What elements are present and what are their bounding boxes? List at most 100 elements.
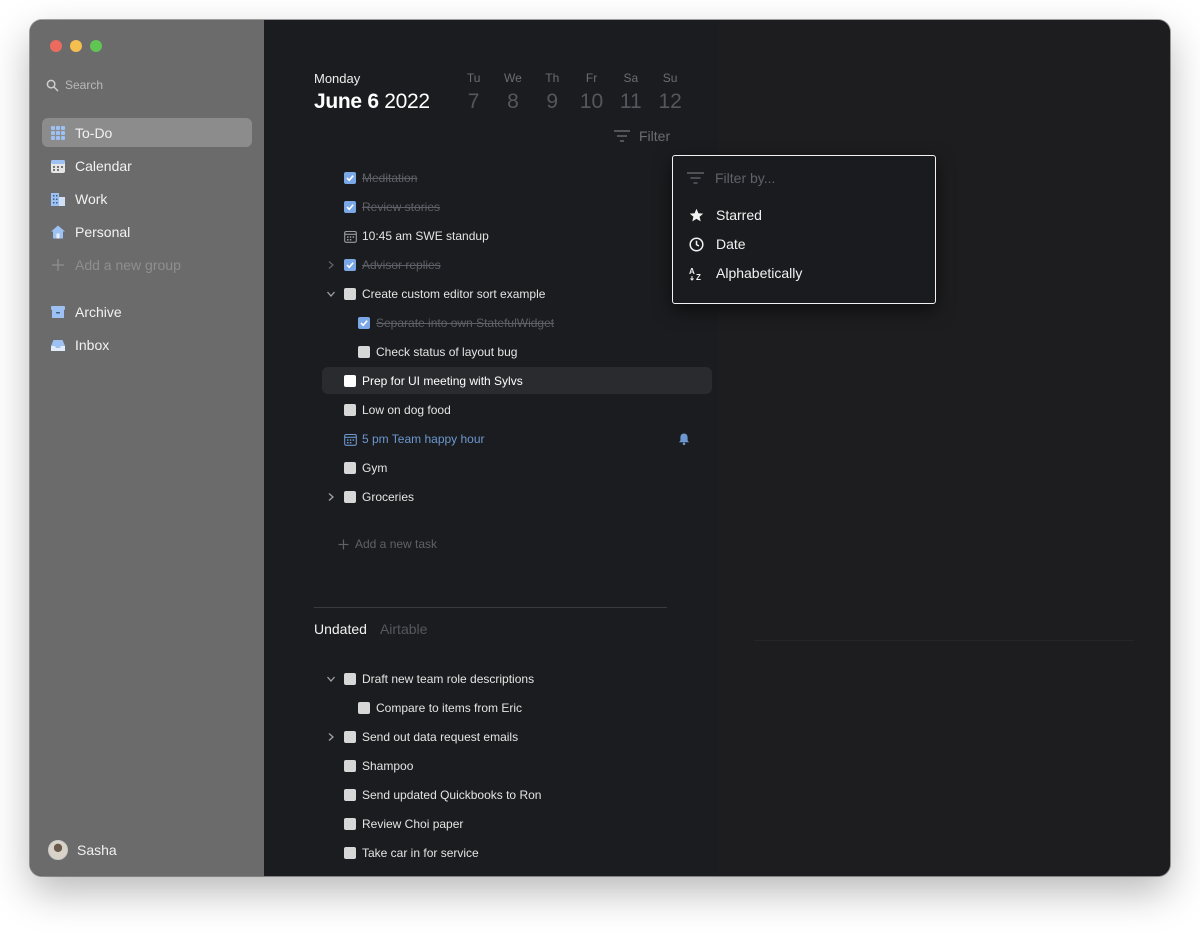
task-row[interactable]: Gym <box>344 455 387 481</box>
week-day[interactable]: We 8 <box>493 71 532 114</box>
task-checkbox[interactable] <box>358 317 370 329</box>
az-sort-icon: AZ <box>689 267 701 281</box>
chevron-down-icon[interactable] <box>326 289 336 299</box>
task-checkbox[interactable] <box>344 288 356 300</box>
sidebar-item-work[interactable]: Work <box>42 184 252 213</box>
task-row[interactable]: Shampoo <box>344 753 413 779</box>
week-day[interactable]: Su 12 <box>650 71 689 114</box>
search-input[interactable]: Search <box>46 74 246 96</box>
filter-option-label: Alphabetically <box>716 265 803 281</box>
clock-icon <box>689 236 704 252</box>
avatar <box>48 840 68 860</box>
sidebar-item-archive[interactable]: Archive <box>42 297 252 326</box>
task-label: Groceries <box>362 490 415 504</box>
week-day[interactable]: Sa 11 <box>611 71 650 114</box>
task-checkbox[interactable] <box>358 702 370 714</box>
week-day-label: Su <box>662 71 678 85</box>
task-row[interactable]: Send updated Quickbooks to Ron <box>344 782 541 808</box>
svg-text:A: A <box>689 267 695 276</box>
task-label: Send out data request emails <box>362 730 519 744</box>
task-row[interactable]: Draft new team role descriptions <box>327 666 534 692</box>
user-profile[interactable]: Sasha <box>48 840 117 860</box>
week-day-number: 7 <box>467 90 480 113</box>
add-task-button[interactable]: Add a new task <box>338 537 437 551</box>
filter-icon <box>687 172 704 184</box>
sidebar-item-calendar[interactable]: Calendar <box>42 151 252 180</box>
task-row[interactable]: Advisor replies <box>328 252 441 278</box>
task-checkbox[interactable] <box>358 346 370 358</box>
task-label: Low on dog food <box>362 403 451 417</box>
task-row[interactable]: Groceries <box>328 484 415 510</box>
zoom-window-button[interactable] <box>90 40 102 52</box>
filter-option-date[interactable]: Date <box>689 236 746 252</box>
task-label: Check status of layout bug <box>376 345 518 359</box>
task-checkbox[interactable] <box>344 760 356 772</box>
sidebar-item-label: Inbox <box>75 336 110 353</box>
task-checkbox[interactable] <box>344 201 356 213</box>
task-row[interactable]: 5 pm Team happy hour <box>344 426 485 452</box>
close-window-button[interactable] <box>50 40 62 52</box>
filter-option-alphabetically[interactable]: AZ Alphabetically <box>689 265 802 281</box>
week-day[interactable]: Tu 7 <box>454 71 493 114</box>
sidebar-item-inbox[interactable]: Inbox <box>42 330 252 359</box>
bell-icon[interactable] <box>677 432 691 446</box>
task-row-selected[interactable]: Prep for UI meeting with Sylvs <box>322 367 712 394</box>
minimize-window-button[interactable] <box>70 40 82 52</box>
building-icon <box>49 190 66 207</box>
task-checkbox[interactable] <box>344 673 356 685</box>
window-controls <box>50 40 102 52</box>
task-row[interactable]: Low on dog food <box>344 397 451 423</box>
archive-icon <box>49 303 66 320</box>
detail-panel <box>718 20 1170 876</box>
task-checkbox[interactable] <box>344 818 356 830</box>
chevron-down-icon[interactable] <box>326 674 336 684</box>
week-day[interactable]: Fr 10 <box>572 71 611 114</box>
week-day[interactable]: Th 9 <box>533 71 572 114</box>
task-checkbox[interactable] <box>344 404 356 416</box>
task-label: 5 pm Team happy hour <box>362 432 485 446</box>
task-checkbox[interactable] <box>344 172 356 184</box>
week-day-label: Fr <box>585 71 598 85</box>
plus-icon <box>49 256 66 273</box>
task-row[interactable]: Create custom editor sort example <box>327 281 545 307</box>
sidebar-item-todo[interactable]: To-Do <box>42 118 252 147</box>
sidebar-item-personal[interactable]: Personal <box>42 217 252 246</box>
chevron-right-icon[interactable] <box>326 492 336 502</box>
add-group-button[interactable]: Add a new group <box>42 250 252 279</box>
week-day-number: 10 <box>579 90 604 113</box>
sidebar-item-label: Calendar <box>75 157 132 174</box>
chevron-right-icon[interactable] <box>326 732 336 742</box>
plus-icon <box>338 539 349 549</box>
task-checkbox[interactable] <box>344 731 356 743</box>
task-row[interactable]: Review stories <box>344 194 440 220</box>
filter-menu-search[interactable]: Filter by... <box>687 170 775 186</box>
section-divider <box>314 607 667 608</box>
tab-airtable[interactable]: Airtable <box>380 621 427 637</box>
subtask-row[interactable]: Check status of layout bug <box>358 339 517 365</box>
detail-divider <box>754 640 1134 641</box>
filter-option-starred[interactable]: Starred <box>689 207 762 223</box>
task-row[interactable]: Review Choi paper <box>344 811 463 837</box>
subtask-row[interactable]: Separate into own StatefulWidget <box>358 310 554 336</box>
task-checkbox[interactable] <box>344 847 356 859</box>
task-label: Review Choi paper <box>362 817 464 831</box>
task-checkbox[interactable] <box>344 789 356 801</box>
filter-button[interactable]: Filter <box>614 128 670 144</box>
chevron-right-icon[interactable] <box>326 260 336 270</box>
tab-undated[interactable]: Undated <box>314 621 367 637</box>
week-day-number: 12 <box>658 90 682 113</box>
task-checkbox[interactable] <box>344 462 356 474</box>
task-row[interactable]: 10:45 am SWE standup <box>344 223 489 249</box>
task-checkbox[interactable] <box>344 259 356 271</box>
task-row[interactable]: Meditation <box>344 165 417 191</box>
search-icon <box>46 79 59 91</box>
star-icon <box>689 208 704 221</box>
task-checkbox[interactable] <box>344 491 356 503</box>
filter-icon <box>614 130 630 142</box>
task-checkbox[interactable] <box>344 374 356 387</box>
inbox-icon <box>49 336 66 353</box>
task-row[interactable]: Take car in for service <box>344 840 479 866</box>
task-row[interactable]: Send out data request emails <box>328 724 519 750</box>
subtask-row[interactable]: Compare to items from Eric <box>358 695 522 721</box>
